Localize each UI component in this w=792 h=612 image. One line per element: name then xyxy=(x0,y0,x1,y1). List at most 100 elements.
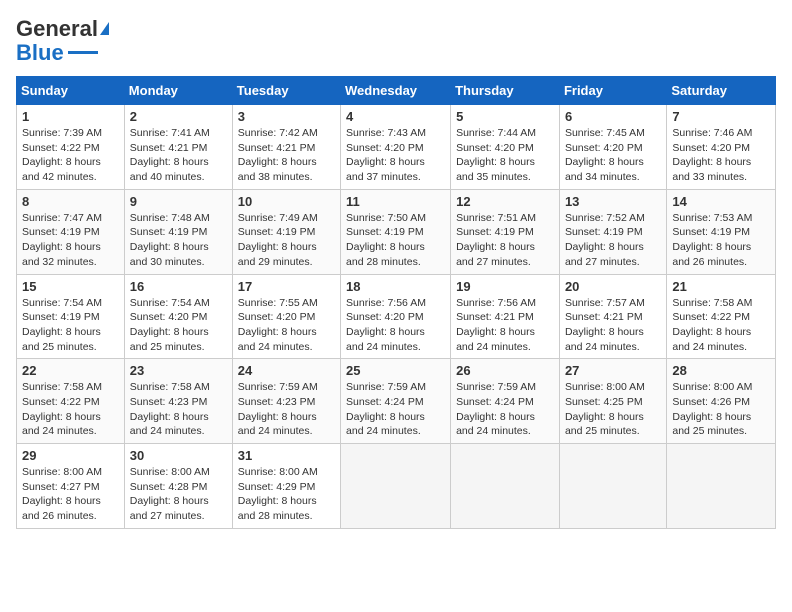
calendar-cell: 23 Sunrise: 7:58 AMSunset: 4:23 PMDayligh… xyxy=(124,359,232,444)
day-number: 17 xyxy=(238,279,335,294)
column-header-thursday: Thursday xyxy=(451,77,560,105)
calendar-cell: 26 Sunrise: 7:59 AMSunset: 4:24 PMDayligh… xyxy=(451,359,560,444)
day-number: 18 xyxy=(346,279,445,294)
cell-info: Sunrise: 7:51 AMSunset: 4:19 PMDaylight:… xyxy=(456,211,554,270)
day-number: 7 xyxy=(672,109,770,124)
calendar-cell: 27 Sunrise: 8:00 AMSunset: 4:25 PMDayligh… xyxy=(559,359,666,444)
calendar-cell: 20 Sunrise: 7:57 AMSunset: 4:21 PMDayligh… xyxy=(559,274,666,359)
calendar-cell: 25 Sunrise: 7:59 AMSunset: 4:24 PMDayligh… xyxy=(341,359,451,444)
cell-info: Sunrise: 7:39 AMSunset: 4:22 PMDaylight:… xyxy=(22,126,119,185)
column-header-wednesday: Wednesday xyxy=(341,77,451,105)
calendar-cell: 9 Sunrise: 7:48 AMSunset: 4:19 PMDaylight… xyxy=(124,189,232,274)
day-number: 11 xyxy=(346,194,445,209)
cell-info: Sunrise: 7:41 AMSunset: 4:21 PMDaylight:… xyxy=(130,126,227,185)
logo-underline xyxy=(68,51,98,54)
day-number: 29 xyxy=(22,448,119,463)
logo: General Blue xyxy=(16,16,109,66)
cell-info: Sunrise: 7:57 AMSunset: 4:21 PMDaylight:… xyxy=(565,296,661,355)
calendar-cell: 8 Sunrise: 7:47 AMSunset: 4:19 PMDaylight… xyxy=(17,189,125,274)
cell-info: Sunrise: 7:56 AMSunset: 4:20 PMDaylight:… xyxy=(346,296,445,355)
day-number: 2 xyxy=(130,109,227,124)
cell-info: Sunrise: 7:55 AMSunset: 4:20 PMDaylight:… xyxy=(238,296,335,355)
calendar-cell: 14 Sunrise: 7:53 AMSunset: 4:19 PMDayligh… xyxy=(667,189,776,274)
day-number: 9 xyxy=(130,194,227,209)
calendar-cell: 5Sunrise: 7:44 AMSunset: 4:20 PMDaylight… xyxy=(451,105,560,190)
calendar-cell: 30 Sunrise: 8:00 AMSunset: 4:28 PMDayligh… xyxy=(124,444,232,529)
cell-info: Sunrise: 8:00 AMSunset: 4:28 PMDaylight:… xyxy=(130,465,227,524)
day-number: 5 xyxy=(456,109,554,124)
calendar-cell: 31Sunrise: 8:00 AMSunset: 4:29 PMDayligh… xyxy=(232,444,340,529)
calendar-cell: 12 Sunrise: 7:51 AMSunset: 4:19 PMDayligh… xyxy=(451,189,560,274)
calendar-cell: 3Sunrise: 7:42 AMSunset: 4:21 PMDaylight… xyxy=(232,105,340,190)
day-number: 27 xyxy=(565,363,661,378)
cell-info: Sunrise: 7:46 AMSunset: 4:20 PMDaylight:… xyxy=(672,126,770,185)
calendar-cell: 16Sunrise: 7:54 AMSunset: 4:20 PMDayligh… xyxy=(124,274,232,359)
cell-info: Sunrise: 7:42 AMSunset: 4:21 PMDaylight:… xyxy=(238,126,335,185)
calendar-cell: 1 Sunrise: 7:39 AMSunset: 4:22 PMDaylight… xyxy=(17,105,125,190)
cell-info: Sunrise: 7:59 AMSunset: 4:24 PMDaylight:… xyxy=(456,380,554,439)
calendar-cell: 7 Sunrise: 7:46 AMSunset: 4:20 PMDaylight… xyxy=(667,105,776,190)
day-number: 13 xyxy=(565,194,661,209)
cell-info: Sunrise: 8:00 AMSunset: 4:25 PMDaylight:… xyxy=(565,380,661,439)
cell-info: Sunrise: 7:45 AMSunset: 4:20 PMDaylight:… xyxy=(565,126,661,185)
cell-info: Sunrise: 7:58 AMSunset: 4:22 PMDaylight:… xyxy=(22,380,119,439)
day-number: 28 xyxy=(672,363,770,378)
cell-info: Sunrise: 7:54 AMSunset: 4:20 PMDaylight:… xyxy=(130,296,227,355)
day-number: 24 xyxy=(238,363,335,378)
cell-info: Sunrise: 7:43 AMSunset: 4:20 PMDaylight:… xyxy=(346,126,445,185)
cell-info: Sunrise: 7:58 AMSunset: 4:22 PMDaylight:… xyxy=(672,296,770,355)
logo-blue: Blue xyxy=(16,40,64,66)
cell-info: Sunrise: 7:53 AMSunset: 4:19 PMDaylight:… xyxy=(672,211,770,270)
column-header-saturday: Saturday xyxy=(667,77,776,105)
day-number: 23 xyxy=(130,363,227,378)
cell-info: Sunrise: 7:50 AMSunset: 4:19 PMDaylight:… xyxy=(346,211,445,270)
calendar-cell: 15Sunrise: 7:54 AMSunset: 4:19 PMDayligh… xyxy=(17,274,125,359)
day-number: 12 xyxy=(456,194,554,209)
calendar-cell: 17 Sunrise: 7:55 AMSunset: 4:20 PMDayligh… xyxy=(232,274,340,359)
column-header-sunday: Sunday xyxy=(17,77,125,105)
column-header-monday: Monday xyxy=(124,77,232,105)
day-number: 19 xyxy=(456,279,554,294)
page-header: General Blue xyxy=(16,16,776,66)
cell-info: Sunrise: 7:58 AMSunset: 4:23 PMDaylight:… xyxy=(130,380,227,439)
day-number: 20 xyxy=(565,279,661,294)
day-number: 15 xyxy=(22,279,119,294)
calendar-cell: 21 Sunrise: 7:58 AMSunset: 4:22 PMDayligh… xyxy=(667,274,776,359)
day-number: 14 xyxy=(672,194,770,209)
calendar-table: SundayMondayTuesdayWednesdayThursdayFrid… xyxy=(16,76,776,529)
calendar-week-row: 1 Sunrise: 7:39 AMSunset: 4:22 PMDaylight… xyxy=(17,105,776,190)
calendar-cell: 10 Sunrise: 7:49 AMSunset: 4:19 PMDayligh… xyxy=(232,189,340,274)
day-number: 25 xyxy=(346,363,445,378)
calendar-cell: 6 Sunrise: 7:45 AMSunset: 4:20 PMDaylight… xyxy=(559,105,666,190)
day-number: 26 xyxy=(456,363,554,378)
cell-info: Sunrise: 8:00 AMSunset: 4:27 PMDaylight:… xyxy=(22,465,119,524)
day-number: 22 xyxy=(22,363,119,378)
column-header-tuesday: Tuesday xyxy=(232,77,340,105)
cell-info: Sunrise: 7:48 AMSunset: 4:19 PMDaylight:… xyxy=(130,211,227,270)
calendar-week-row: 8 Sunrise: 7:47 AMSunset: 4:19 PMDaylight… xyxy=(17,189,776,274)
day-number: 21 xyxy=(672,279,770,294)
calendar-cell xyxy=(667,444,776,529)
logo-triangle-icon xyxy=(100,22,109,35)
cell-info: Sunrise: 7:52 AMSunset: 4:19 PMDaylight:… xyxy=(565,211,661,270)
calendar-cell: 11 Sunrise: 7:50 AMSunset: 4:19 PMDayligh… xyxy=(341,189,451,274)
calendar-cell xyxy=(341,444,451,529)
column-header-friday: Friday xyxy=(559,77,666,105)
calendar-cell: 13 Sunrise: 7:52 AMSunset: 4:19 PMDayligh… xyxy=(559,189,666,274)
calendar-week-row: 29 Sunrise: 8:00 AMSunset: 4:27 PMDayligh… xyxy=(17,444,776,529)
day-number: 6 xyxy=(565,109,661,124)
calendar-cell xyxy=(559,444,666,529)
cell-info: Sunrise: 7:47 AMSunset: 4:19 PMDaylight:… xyxy=(22,211,119,270)
calendar-cell: 18 Sunrise: 7:56 AMSunset: 4:20 PMDayligh… xyxy=(341,274,451,359)
calendar-cell: 19Sunrise: 7:56 AMSunset: 4:21 PMDayligh… xyxy=(451,274,560,359)
cell-info: Sunrise: 7:49 AMSunset: 4:19 PMDaylight:… xyxy=(238,211,335,270)
day-number: 30 xyxy=(130,448,227,463)
day-number: 31 xyxy=(238,448,335,463)
calendar-cell: 28 Sunrise: 8:00 AMSunset: 4:26 PMDayligh… xyxy=(667,359,776,444)
day-number: 1 xyxy=(22,109,119,124)
calendar-cell: 24Sunrise: 7:59 AMSunset: 4:23 PMDayligh… xyxy=(232,359,340,444)
cell-info: Sunrise: 8:00 AMSunset: 4:26 PMDaylight:… xyxy=(672,380,770,439)
day-number: 10 xyxy=(238,194,335,209)
cell-info: Sunrise: 7:59 AMSunset: 4:24 PMDaylight:… xyxy=(346,380,445,439)
day-number: 8 xyxy=(22,194,119,209)
